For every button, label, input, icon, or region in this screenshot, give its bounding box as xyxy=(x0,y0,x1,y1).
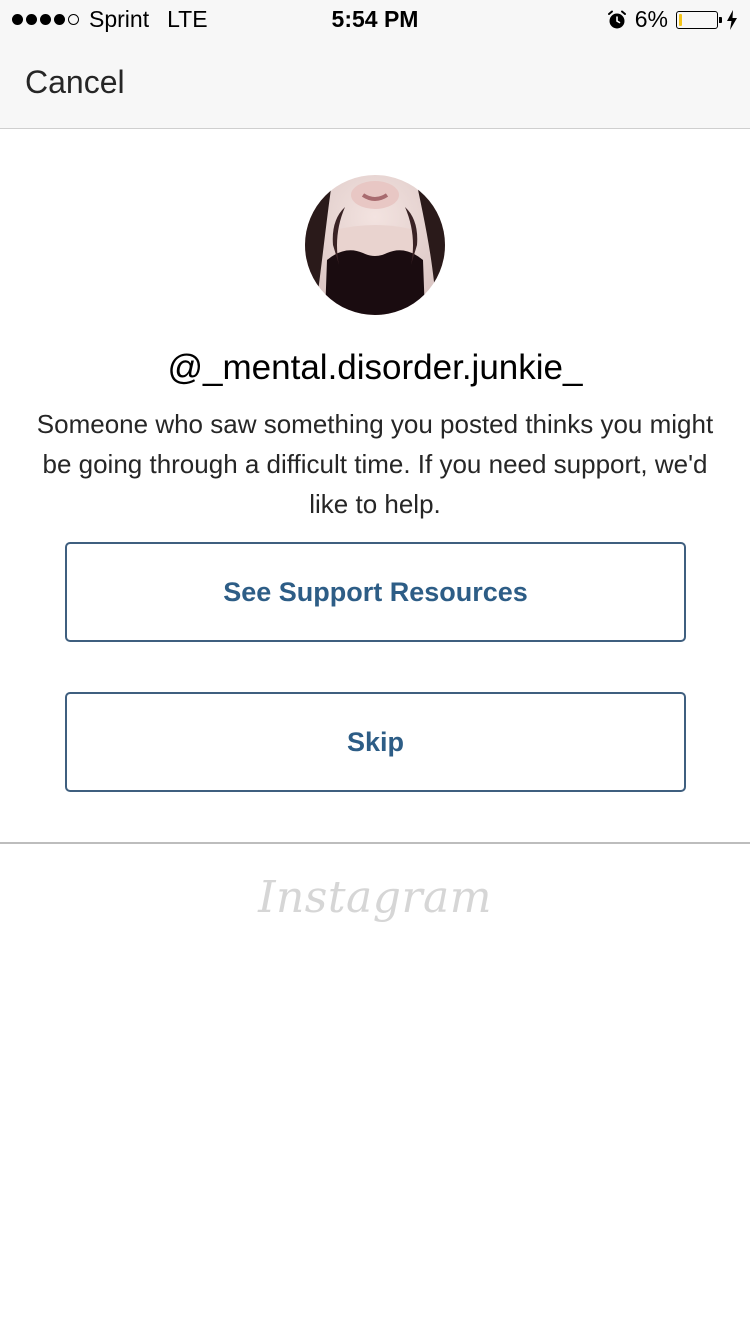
alarm-icon xyxy=(607,10,626,28)
nav-bar: Cancel xyxy=(0,40,750,129)
status-bar: Sprint LTE 5:54 PM 6% xyxy=(0,0,750,40)
profile-photo xyxy=(305,175,445,315)
instagram-logo: Instagram xyxy=(258,872,492,923)
username: @_mental.disorder.junkie_ xyxy=(167,348,583,387)
divider xyxy=(0,842,750,844)
charging-bolt-icon xyxy=(727,9,737,30)
battery-percent: 6% xyxy=(634,6,668,32)
cancel-button[interactable]: Cancel xyxy=(25,64,125,101)
skip-button[interactable]: Skip xyxy=(65,692,686,792)
battery-nub xyxy=(719,16,722,23)
avatar xyxy=(305,175,445,315)
status-right: 6% xyxy=(607,6,738,33)
see-support-resources-button[interactable]: See Support Resources xyxy=(65,542,686,642)
support-message: Someone who saw something you posted thi… xyxy=(36,409,714,519)
battery-icon xyxy=(676,10,722,29)
battery-level xyxy=(679,13,682,26)
